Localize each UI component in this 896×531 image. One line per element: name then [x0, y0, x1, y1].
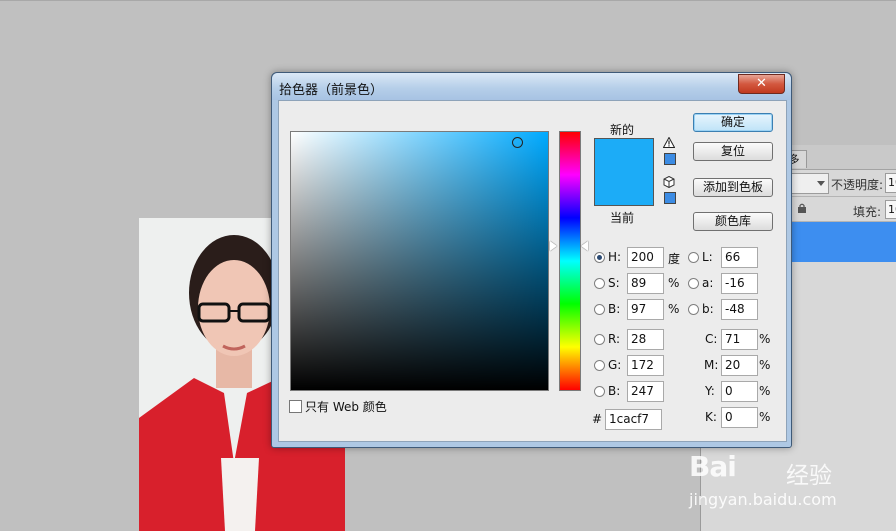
k-label: K:: [705, 410, 717, 424]
ok-button[interactable]: 确定: [693, 113, 773, 132]
m-input[interactable]: 20: [721, 355, 758, 376]
g-input[interactable]: 172: [627, 355, 664, 376]
g-label: G:: [608, 358, 622, 372]
fill-input[interactable]: 10: [885, 200, 896, 219]
watermark-logo-suffix: 经验: [786, 463, 832, 489]
r-label: R:: [608, 332, 621, 346]
h-label: H:: [608, 250, 622, 264]
b-unit: %: [668, 302, 680, 316]
c-label: C:: [705, 332, 718, 346]
c-input[interactable]: 71: [721, 329, 758, 350]
m-unit: %: [759, 358, 771, 372]
radio-r[interactable]: [594, 334, 605, 345]
b-input[interactable]: 97: [627, 299, 664, 320]
hue-slider-arrow-left[interactable]: [550, 241, 557, 251]
checkbox-box[interactable]: [289, 400, 302, 413]
radio-l[interactable]: [688, 252, 699, 263]
dialog-title: 拾色器（前景色）: [279, 83, 384, 98]
blue-label: B:: [608, 384, 621, 398]
color-field-cursor[interactable]: [512, 137, 523, 148]
dialog-body: 只有 Web 颜色 新的 当前 确定 复位 添加到色板 颜色库 H: 200 度…: [278, 100, 787, 442]
a-label: a:: [702, 276, 714, 290]
radio-g[interactable]: [594, 360, 605, 371]
y-unit: %: [759, 384, 771, 398]
s-input[interactable]: 89: [627, 273, 664, 294]
h-unit: 度: [668, 252, 681, 266]
baidu-jingyan-watermark: Bai 经验 jingyan.baidu.com: [686, 442, 896, 516]
l-input[interactable]: 66: [721, 247, 758, 268]
hex-input[interactable]: 1cacf7: [605, 409, 662, 430]
hue-slider-arrow-right[interactable]: [581, 241, 588, 251]
lab-b-label: b:: [702, 302, 714, 316]
workspace-edge: [0, 0, 896, 1]
h-input[interactable]: 200: [627, 247, 664, 268]
a-input[interactable]: -16: [721, 273, 758, 294]
opacity-label: 不透明度:: [831, 178, 884, 192]
web-safe-swatch[interactable]: [664, 192, 676, 204]
close-icon: ✕: [756, 76, 767, 91]
k-unit: %: [759, 410, 771, 424]
current-color-swatch[interactable]: [594, 171, 654, 206]
new-color-label: 新的: [610, 123, 635, 137]
dialog-titlebar[interactable]: 拾色器（前景色） ✕: [272, 73, 791, 100]
k-input[interactable]: 0: [721, 407, 758, 428]
y-input[interactable]: 0: [721, 381, 758, 402]
close-button[interactable]: ✕: [738, 74, 785, 94]
fill-label: 填充:: [853, 205, 882, 219]
web-colors-only-checkbox[interactable]: 只有 Web 颜色: [289, 398, 387, 415]
gamut-warning-swatch[interactable]: [664, 153, 676, 165]
lock-icon[interactable]: [797, 203, 807, 213]
lab-b-input[interactable]: -48: [721, 299, 758, 320]
web-colors-only-label: 只有 Web 颜色: [305, 400, 387, 414]
m-label: M:: [704, 358, 719, 372]
radio-b[interactable]: [594, 304, 605, 315]
radio-h[interactable]: [594, 252, 605, 263]
b-label: B:: [608, 302, 621, 316]
new-color-swatch: [594, 138, 654, 172]
blue-input[interactable]: 247: [627, 381, 664, 402]
blend-mode-select[interactable]: [789, 173, 829, 194]
gamut-warning-icon[interactable]: [663, 137, 675, 148]
color-field[interactable]: [290, 131, 549, 391]
hex-label: #: [592, 412, 603, 426]
r-input[interactable]: 28: [627, 329, 664, 350]
s-label: S:: [608, 276, 620, 290]
chevron-down-icon: [817, 181, 825, 186]
radio-blue[interactable]: [594, 386, 605, 397]
c-unit: %: [759, 332, 771, 346]
s-unit: %: [668, 276, 680, 290]
reset-button[interactable]: 复位: [693, 142, 773, 161]
l-label: L:: [702, 250, 713, 264]
color-picker-dialog: 拾色器（前景色） ✕ 只有 Web 颜色 新的 当前 确定 复位 添加到色板 颜…: [271, 72, 792, 448]
add-to-swatches-button[interactable]: 添加到色板: [693, 178, 773, 197]
radio-s[interactable]: [594, 278, 605, 289]
y-label: Y:: [705, 384, 715, 398]
opacity-input[interactable]: 10: [885, 173, 896, 193]
watermark-logo: Bai: [689, 450, 737, 483]
hue-slider[interactable]: [559, 131, 581, 391]
radio-a[interactable]: [688, 278, 699, 289]
current-color-label: 当前: [610, 211, 635, 225]
color-libraries-button[interactable]: 颜色库: [693, 212, 773, 231]
radio-lab-b[interactable]: [688, 304, 699, 315]
web-cube-icon[interactable]: [663, 176, 675, 188]
watermark-url: jingyan.baidu.com: [689, 490, 837, 509]
